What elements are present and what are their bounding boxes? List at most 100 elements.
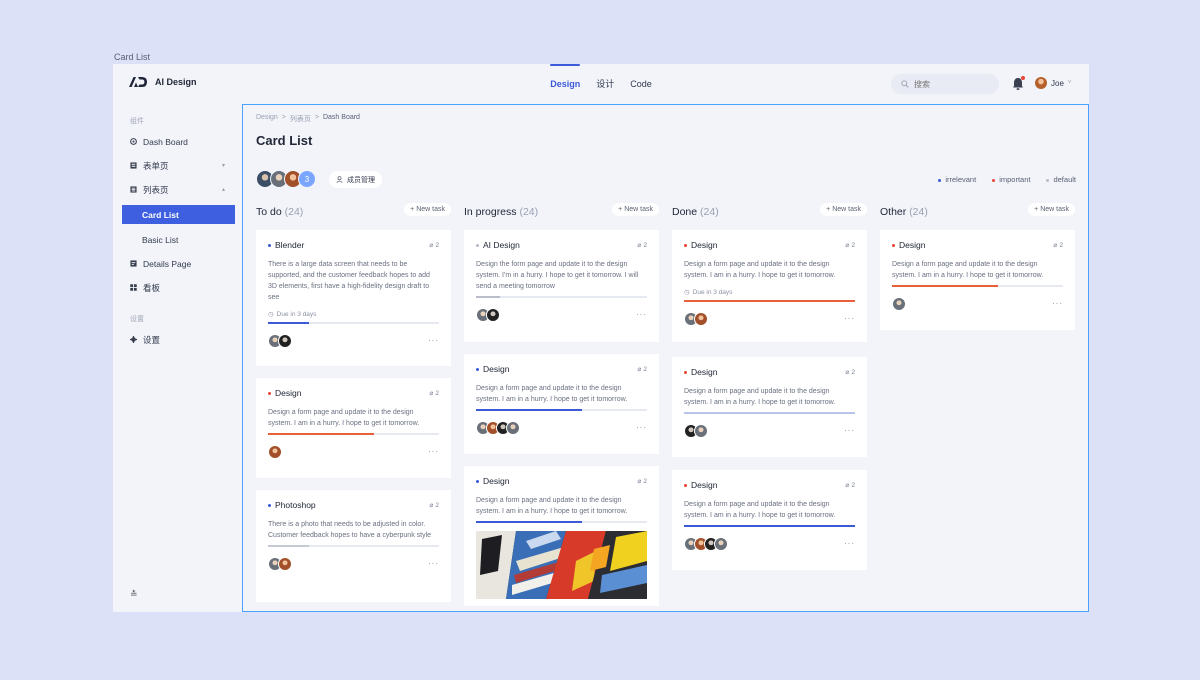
legend-label: important bbox=[999, 175, 1031, 184]
sidebar-item-details[interactable]: Details Page bbox=[122, 254, 235, 273]
nav-tab-code[interactable]: Code bbox=[630, 64, 652, 104]
task-card[interactable]: Blender ⌀ 2 There is a large data screen … bbox=[256, 230, 451, 366]
progress-bar bbox=[268, 545, 439, 547]
card-title: Design bbox=[476, 476, 509, 486]
card-title-text: Design bbox=[899, 240, 926, 250]
more-icon[interactable]: ··· bbox=[636, 423, 647, 432]
progress-fill bbox=[476, 521, 583, 523]
assignee-avatars[interactable] bbox=[684, 423, 708, 438]
more-icon[interactable]: ··· bbox=[636, 310, 647, 319]
new-task-button[interactable]: + New task bbox=[1028, 203, 1075, 216]
assignee-avatars[interactable] bbox=[268, 333, 292, 348]
paperclip-icon: ⌀ bbox=[429, 502, 434, 509]
nav-tab-design[interactable]: Design bbox=[550, 64, 581, 104]
paperclip-icon: ⌀ bbox=[1053, 242, 1058, 249]
sidebar-item-board[interactable]: 看板 bbox=[122, 278, 235, 297]
more-icon[interactable]: ··· bbox=[428, 447, 439, 456]
form-icon bbox=[130, 162, 137, 169]
task-card[interactable]: AI Design ⌀ 2 Design the form page and up… bbox=[464, 230, 659, 342]
search-box[interactable] bbox=[891, 74, 999, 94]
card-title: Design bbox=[892, 240, 925, 250]
sidebar-item-forms[interactable]: 表单页 ▾ bbox=[122, 156, 235, 175]
breadcrumb-separator: > bbox=[314, 114, 319, 121]
breadcrumb-item[interactable]: Design bbox=[256, 114, 278, 124]
card-header: Design ⌀ 2 bbox=[476, 476, 647, 486]
avatar bbox=[694, 311, 708, 326]
task-card[interactable]: Photoshop ⌀ 2 There is a photo that needs… bbox=[256, 490, 451, 602]
attachment-count: ⌀ 2 bbox=[429, 241, 439, 250]
collapse-sidebar-icon[interactable]: ≛ bbox=[130, 589, 138, 600]
task-card[interactable]: Design ⌀ 2 Design a form page and update … bbox=[256, 378, 451, 478]
card-description: Design a form page and update it to the … bbox=[476, 497, 628, 515]
task-card[interactable]: Design ⌀ 2 Design a form page and update … bbox=[672, 470, 867, 570]
assignee-avatars[interactable] bbox=[684, 536, 728, 551]
nav-tab-design-cn[interactable]: 设计 bbox=[596, 64, 614, 104]
attachment-count: ⌀ 2 bbox=[637, 365, 647, 374]
sidebar-item-dashboard[interactable]: Dash Board bbox=[122, 132, 235, 151]
member-management-label: 成员管理 bbox=[347, 176, 375, 184]
sidebar-item-basic-list[interactable]: Basic List bbox=[122, 230, 235, 249]
board-column-todo: To do (24) + New task Blender ⌀ 2 There i… bbox=[256, 202, 451, 602]
search-input[interactable] bbox=[914, 79, 994, 89]
card-description: Design a form page and update it to the … bbox=[684, 501, 836, 519]
task-card[interactable]: Design ⌀ 2 Design a form page and update … bbox=[672, 230, 867, 342]
task-card[interactable]: Design ⌀ 2 Design a form page and update … bbox=[672, 357, 867, 457]
new-task-button[interactable]: + New task bbox=[612, 203, 659, 216]
more-icon[interactable]: ··· bbox=[844, 314, 855, 323]
member-management-button[interactable]: 成员管理 bbox=[329, 171, 382, 188]
progress-fill bbox=[268, 322, 310, 324]
priority-dot bbox=[476, 367, 479, 371]
assignee-avatars[interactable] bbox=[476, 420, 520, 435]
more-icon[interactable]: ··· bbox=[1052, 299, 1063, 308]
task-card[interactable]: Design ⌀ 2 Design a form page and update … bbox=[880, 230, 1075, 330]
more-icon[interactable]: ··· bbox=[428, 559, 439, 568]
more-icon[interactable]: ··· bbox=[844, 426, 855, 435]
attachment-count-value: 2 bbox=[643, 241, 647, 249]
notification-dot bbox=[1021, 76, 1025, 80]
assignee-avatars[interactable] bbox=[268, 556, 292, 571]
card-header: Design ⌀ 2 bbox=[476, 364, 647, 374]
legend-item: irrelevant bbox=[938, 175, 976, 184]
priority-dot bbox=[892, 243, 895, 247]
avatar bbox=[278, 333, 292, 348]
new-task-button[interactable]: + New task bbox=[820, 203, 867, 216]
card-footer: ··· bbox=[268, 444, 439, 459]
column-count: (24) bbox=[909, 206, 928, 218]
sidebar-item-label: Dash Board bbox=[143, 136, 188, 147]
progress-bar bbox=[684, 525, 855, 527]
legend-dot bbox=[938, 178, 942, 182]
progress-bar bbox=[892, 285, 1063, 287]
assignee-avatars[interactable] bbox=[476, 307, 500, 322]
paperclip-icon: ⌀ bbox=[845, 242, 850, 249]
card-title: Design bbox=[476, 364, 509, 374]
search-icon bbox=[901, 80, 909, 88]
card-header: Design ⌀ 2 bbox=[684, 367, 855, 377]
task-card[interactable]: Design ⌀ 2 Design a form page and update … bbox=[464, 354, 659, 454]
card-title-text: Design bbox=[691, 367, 718, 377]
board-column-done: Done (24) + New task Design ⌀ 2 Design a … bbox=[672, 202, 867, 570]
sidebar-item-lists[interactable]: 列表页 ▴ bbox=[122, 180, 235, 199]
more-icon[interactable]: ··· bbox=[428, 336, 439, 345]
details-icon bbox=[130, 260, 137, 267]
card-title: Blender bbox=[268, 240, 304, 250]
task-card[interactable]: Design ⌀ 2 Design a form page and update … bbox=[464, 466, 659, 606]
new-task-button[interactable]: + New task bbox=[404, 203, 451, 216]
assignee-avatars[interactable] bbox=[268, 444, 282, 459]
avatar bbox=[694, 423, 708, 438]
card-title: Design bbox=[684, 240, 717, 250]
card-description: Design a form page and update it to the … bbox=[476, 385, 628, 403]
breadcrumb-item[interactable]: 列表页 bbox=[290, 114, 311, 124]
sidebar-item-card-list[interactable]: Card List bbox=[122, 205, 235, 224]
paperclip-icon: ⌀ bbox=[845, 482, 850, 489]
member-avatars[interactable]: 3 bbox=[256, 170, 316, 188]
progress-fill bbox=[892, 285, 999, 287]
card-title-text: Photoshop bbox=[275, 500, 316, 510]
progress-fill bbox=[476, 409, 583, 411]
assignee-avatars[interactable] bbox=[892, 296, 906, 311]
card-description: Design a form page and update it to the … bbox=[684, 261, 836, 279]
sidebar-item-settings[interactable]: 设置 bbox=[122, 330, 235, 349]
card-title: Photoshop bbox=[268, 500, 316, 510]
user-menu[interactable]: Joe ˅ bbox=[1035, 77, 1071, 89]
more-icon[interactable]: ··· bbox=[844, 539, 855, 548]
assignee-avatars[interactable] bbox=[684, 311, 708, 326]
